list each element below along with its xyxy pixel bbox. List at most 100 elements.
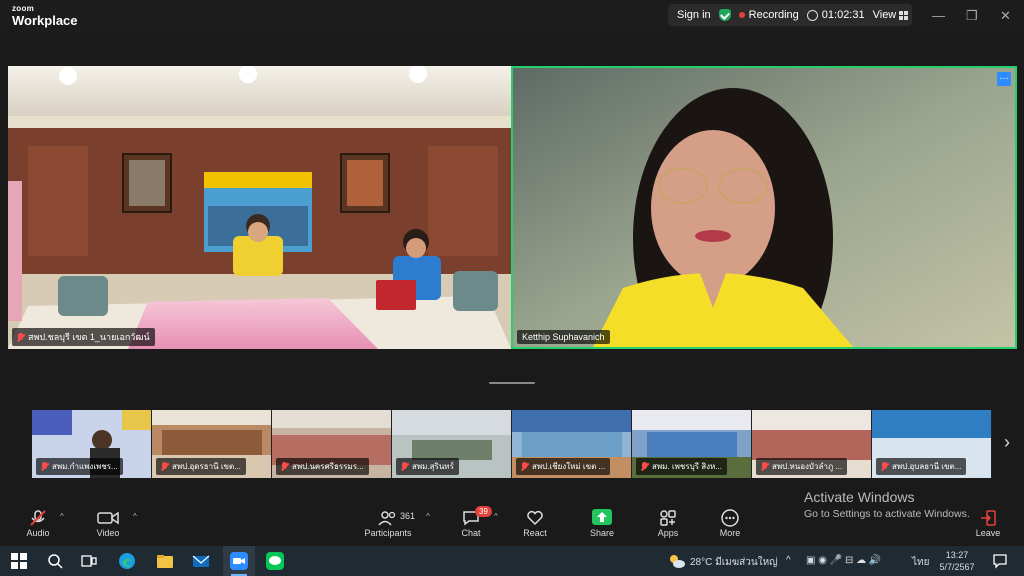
- mic-off-icon: [281, 462, 288, 471]
- video-label: Video: [96, 528, 120, 538]
- weather-text[interactable]: 28°C มีเมฆส่วนใหญ่: [690, 555, 778, 570]
- video-tile-active-speaker[interactable]: … Ketthip Suphavanich: [511, 66, 1017, 349]
- thumbnail-name: สพป.อุดรธานี เขต...: [172, 462, 241, 471]
- apps-button[interactable]: Apps: [638, 508, 698, 538]
- recording-label[interactable]: Recording: [749, 9, 799, 21]
- video-tile-conference-room[interactable]: สพป.ชลบุรี เขต 1_นายเอกวัฒน์: [8, 66, 511, 349]
- clock-icon: [806, 9, 818, 21]
- thumbnail-tile[interactable]: สพม. เพชรบุรี สิงห...: [632, 410, 752, 478]
- chat-options-caret[interactable]: ^: [494, 512, 498, 521]
- chevron-up-icon[interactable]: ^: [786, 555, 791, 566]
- clock-time: 13:27: [945, 550, 969, 560]
- participant-name: Ketthip Suphavanich: [522, 332, 605, 342]
- speaker-video: [513, 68, 1015, 347]
- thumbnail-tile[interactable]: สพม.สุรินทร์: [392, 410, 512, 478]
- audio-button[interactable]: Audio: [8, 508, 68, 538]
- thumbnail-name: สพป.เชียงใหม่ เขต ...: [532, 462, 606, 471]
- activate-title: Activate Windows: [804, 489, 915, 505]
- chat-label: Chat: [461, 528, 481, 538]
- mic-off-icon: [521, 462, 528, 471]
- brand-big: Workplace: [12, 13, 78, 28]
- taskbar-clock[interactable]: 13:27 5/7/2567: [932, 549, 982, 573]
- apps-icon: [638, 508, 698, 528]
- conference-room-video: [8, 66, 511, 349]
- folder-icon[interactable]: [156, 552, 174, 570]
- close-button[interactable]: ✕: [1000, 8, 1011, 24]
- thumbnail-tile[interactable]: สพม.กำแพงเพชร...: [32, 410, 152, 478]
- share-label: Share: [589, 528, 615, 538]
- thumbnail-name: สพม.กำแพงเพชร...: [52, 462, 118, 471]
- chevron-right-icon[interactable]: ›: [1004, 432, 1010, 453]
- more-label: More: [719, 528, 741, 538]
- mic-off-icon: [761, 462, 768, 471]
- more-button[interactable]: More: [700, 508, 760, 538]
- grid-view-icon[interactable]: [899, 10, 909, 20]
- elapsed-time: 01:02:31: [821, 9, 865, 21]
- thumbnail-nameplate: สพม.สุรินทร์: [396, 458, 459, 475]
- thumbnail-tile[interactable]: สพป.อุดรธานี เขต...: [152, 410, 272, 478]
- resize-handle[interactable]: [489, 382, 535, 384]
- video-options-caret[interactable]: ^: [133, 512, 137, 521]
- participants-options-caret[interactable]: ^: [426, 512, 430, 521]
- thumbnail-tile[interactable]: สพป.อุบลธานี เขต...: [872, 410, 992, 478]
- notification-icon[interactable]: [992, 553, 1008, 569]
- clock-date: 5/7/2567: [939, 562, 975, 572]
- thumbnail-nameplate: สพป.อุบลธานี เขต...: [876, 458, 967, 475]
- participants-label: Participants: [364, 528, 412, 538]
- windows-taskbar: 28°C มีเมฆส่วนใหญ่ ^ ▣ ◉ 🎤 ⊟ ☁ 🔊 ไทย 13:…: [0, 546, 1024, 576]
- input-language[interactable]: ไทย: [912, 555, 929, 570]
- react-label: React: [523, 528, 547, 538]
- more-dots-icon: [700, 508, 760, 528]
- thumbnail-tile[interactable]: สพป.หนองบัวลำภู ...: [752, 410, 872, 478]
- weather-cloud-icon: [670, 555, 685, 568]
- share-button[interactable]: Share: [572, 508, 632, 538]
- react-button[interactable]: React: [505, 508, 565, 538]
- line-icon[interactable]: [266, 552, 284, 570]
- mic-off-icon: [41, 462, 48, 471]
- minimize-button[interactable]: —: [932, 8, 945, 23]
- heart-icon: [505, 508, 565, 528]
- thumbnail-name: สพป.อุบลธานี เขต...: [892, 462, 962, 471]
- audio-options-caret[interactable]: ^: [60, 512, 64, 521]
- thumbnail-nameplate: สพป.นครศรีธรรมร...: [276, 458, 369, 475]
- mic-off-icon: [401, 462, 408, 471]
- leave-label: Leave: [975, 528, 1001, 538]
- share-arrow-icon: [572, 508, 632, 528]
- recording-dot-icon: [738, 12, 745, 18]
- shield-check-icon[interactable]: [718, 9, 731, 21]
- view-button[interactable]: View: [873, 9, 897, 21]
- thumbnail-name: สพป.หนองบัวลำภู ...: [772, 462, 843, 471]
- video-area: สพป.ชลบุรี เขต 1_นายเอกวัฒน์ … Ketthip S…: [0, 32, 1024, 500]
- thumbnail-nameplate: สพม.กำแพงเพชร...: [36, 458, 123, 475]
- zoom-icon[interactable]: [230, 552, 248, 570]
- thumbnail-tile[interactable]: สพป.เชียงใหม่ เขต ...: [512, 410, 632, 478]
- more-options-icon[interactable]: …: [997, 72, 1011, 86]
- activate-windows-watermark: Activate Windows Go to Settings to activ…: [804, 489, 970, 520]
- participant-nameplate: สพป.ชลบุรี เขต 1_นายเอกวัฒน์: [12, 328, 155, 346]
- thumbnail-nameplate: สพป.อุดรธานี เขต...: [156, 458, 246, 475]
- thumbnail-name: สพม.สุรินทร์: [412, 462, 454, 471]
- thumbnail-nameplate: สพป.เชียงใหม่ เขต ...: [516, 458, 611, 475]
- mail-icon[interactable]: [192, 552, 210, 570]
- chat-button[interactable]: Chat: [441, 508, 501, 538]
- meeting-status-bar: Sign in Recording 01:02:31 View: [668, 4, 912, 26]
- video-button[interactable]: Video: [78, 508, 138, 538]
- tray-icons[interactable]: ▣ ◉ 🎤 ⊟ ☁ 🔊: [806, 555, 881, 566]
- sign-in-button[interactable]: Sign in: [677, 9, 711, 21]
- thumbnail-strip: สพม.กำแพงเพชร... สพป.อุดรธานี เขต... สพป…: [32, 410, 992, 478]
- title-bar: zoom Workplace Sign in Recording 01:02:3…: [0, 0, 1024, 32]
- participants-count: 361: [400, 511, 416, 521]
- apps-label: Apps: [657, 528, 679, 538]
- zoom-logo: zoom Workplace: [12, 5, 78, 28]
- task-view-icon[interactable]: [80, 552, 98, 570]
- thumbnail-name: สพม. เพชรบุรี สิงห...: [652, 462, 722, 471]
- activate-subtitle: Go to Settings to activate Windows.: [804, 508, 970, 520]
- search-icon[interactable]: [46, 552, 64, 570]
- participant-nameplate: Ketthip Suphavanich: [517, 330, 610, 344]
- windows-start-icon[interactable]: [10, 552, 28, 570]
- edge-icon[interactable]: [118, 552, 136, 570]
- thumbnail-name: สพป.นครศรีธรรมร...: [292, 462, 364, 471]
- thumbnail-nameplate: สพป.หนองบัวลำภู ...: [756, 458, 848, 475]
- maximize-button[interactable]: ❐: [966, 8, 978, 24]
- thumbnail-tile[interactable]: สพป.นครศรีธรรมร...: [272, 410, 392, 478]
